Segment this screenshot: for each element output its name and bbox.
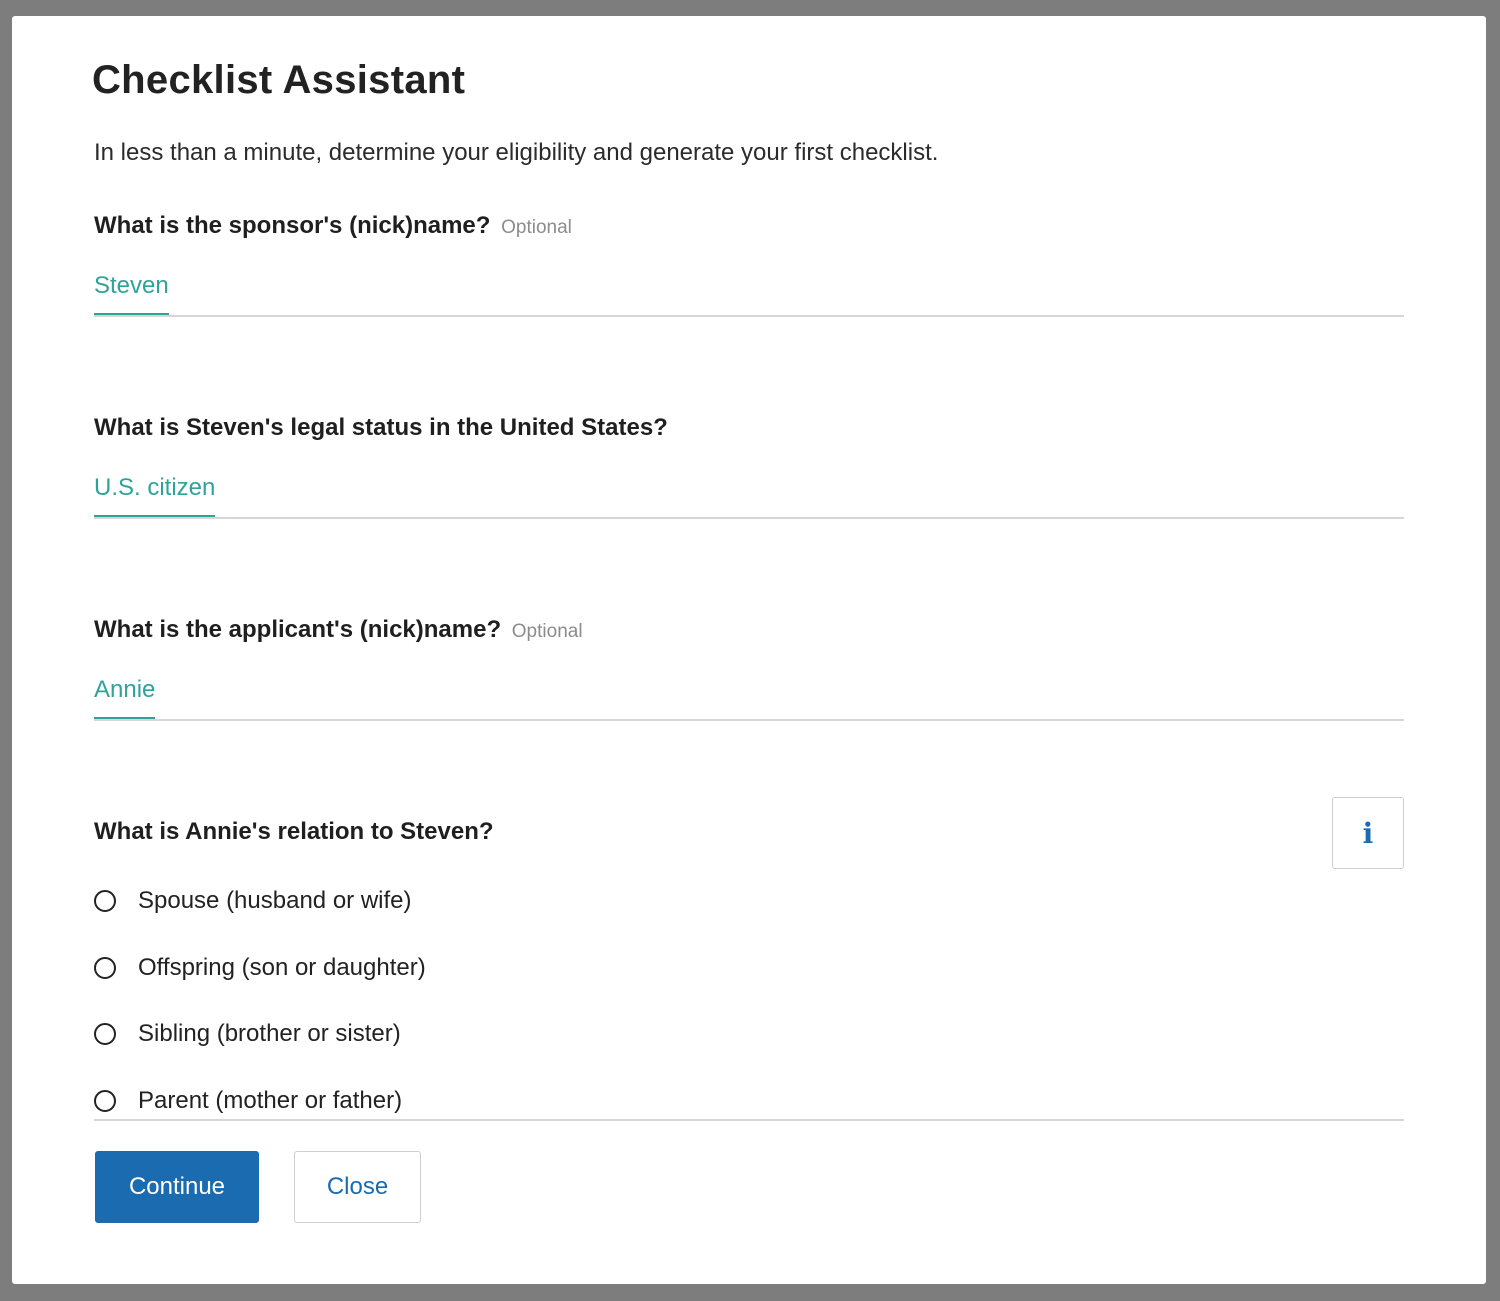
radio-label: Parent (mother or father) bbox=[138, 1086, 403, 1114]
footer-divider bbox=[94, 1119, 1404, 1121]
radio-button[interactable] bbox=[94, 1023, 116, 1046]
radio-label: Offspring (son or daughter) bbox=[138, 953, 426, 981]
relation-question: What is Annie's relation to Steven? bbox=[94, 818, 494, 845]
sponsor-name-value[interactable]: Steven bbox=[94, 267, 169, 315]
dialog-title: Checklist Assistant bbox=[92, 58, 466, 102]
info-icon: i bbox=[1362, 816, 1374, 850]
continue-button[interactable]: Continue bbox=[95, 1151, 259, 1223]
applicant-name-field[interactable]: Annie bbox=[94, 671, 1404, 721]
applicant-name-value[interactable]: Annie bbox=[94, 671, 156, 719]
radio-button[interactable] bbox=[94, 956, 116, 979]
relation-label: What is Annie's relation to Steven? bbox=[94, 816, 494, 848]
legal-status-value[interactable]: U.S. citizen bbox=[94, 469, 216, 517]
radio-option-sibling[interactable]: Sibling (brother or sister) bbox=[94, 1001, 1404, 1068]
radio-button[interactable] bbox=[94, 1089, 116, 1112]
radio-label: Spouse (husband or wife) bbox=[138, 887, 412, 915]
legal-status-field[interactable]: U.S. citizen bbox=[94, 469, 1404, 519]
radio-button[interactable] bbox=[94, 890, 116, 913]
optional-tag: Optional bbox=[501, 217, 572, 238]
close-button[interactable]: Close bbox=[294, 1151, 421, 1223]
checklist-assistant-dialog: Checklist Assistant In less than a minut… bbox=[12, 16, 1486, 1284]
sponsor-name-question: What is the sponsor's (nick)name? bbox=[94, 212, 491, 239]
sponsor-name-field[interactable]: Steven bbox=[94, 267, 1404, 317]
dialog-intro: In less than a minute, determine your el… bbox=[94, 139, 939, 166]
applicant-name-question: What is the applicant's (nick)name? bbox=[94, 616, 502, 643]
optional-tag: Optional bbox=[511, 621, 583, 642]
relation-options: Spouse (husband or wife) Offspring (son … bbox=[94, 868, 1404, 1134]
info-button[interactable]: i bbox=[1332, 797, 1404, 869]
sponsor-name-label: What is the sponsor's (nick)name? Option… bbox=[94, 210, 572, 244]
applicant-name-label: What is the applicant's (nick)name? Opti… bbox=[94, 614, 583, 648]
legal-status-question: What is Steven's legal status in the Uni… bbox=[94, 414, 668, 441]
radio-option-parent[interactable]: Parent (mother or father) bbox=[94, 1068, 1404, 1135]
radio-option-spouse[interactable]: Spouse (husband or wife) bbox=[94, 868, 1404, 935]
radio-label: Sibling (brother or sister) bbox=[138, 1020, 401, 1048]
legal-status-label: What is Steven's legal status in the Uni… bbox=[94, 412, 668, 444]
radio-option-offspring[interactable]: Offspring (son or daughter) bbox=[94, 935, 1404, 1002]
